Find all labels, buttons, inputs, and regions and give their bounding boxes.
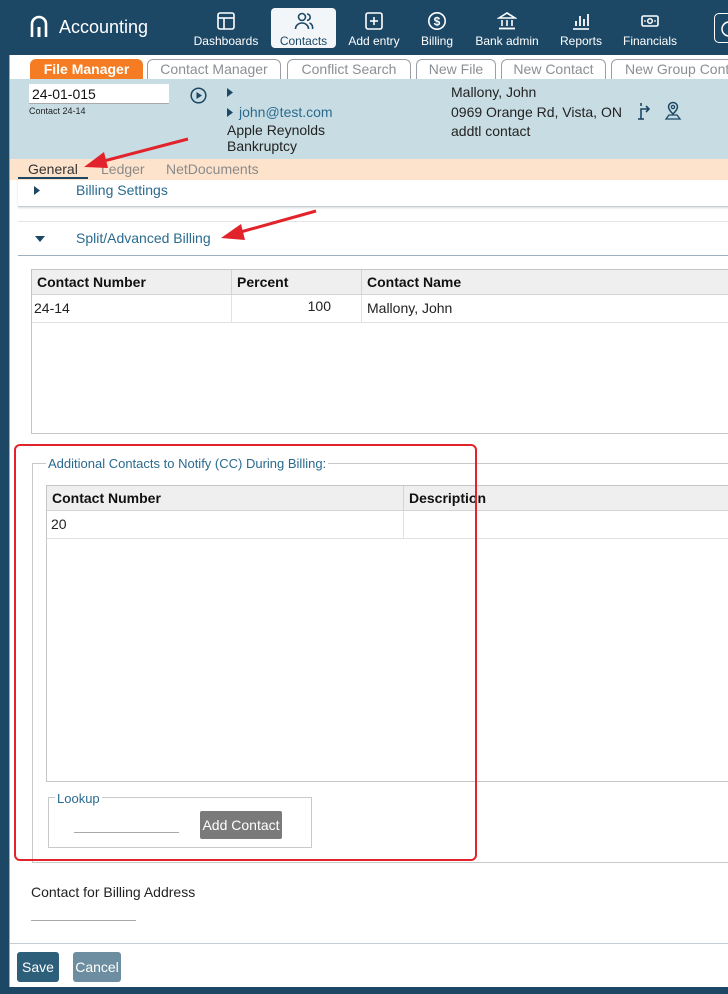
app-logo-icon — [30, 15, 48, 37]
file-number-input[interactable] — [29, 84, 169, 104]
map-pin-icon[interactable] — [663, 101, 683, 121]
column-header[interactable]: Contact Name — [362, 270, 728, 295]
file-header: Contact 24-14 john@test.com Apple Reynol… — [10, 79, 728, 159]
financials-icon — [641, 15, 659, 27]
svg-text:$: $ — [434, 15, 441, 29]
nav-label: Add entry — [348, 34, 400, 48]
dashboard-icon — [217, 12, 235, 30]
tab-strip: File Manager Contact Manager Conflict Se… — [10, 59, 728, 79]
directions-icon[interactable] — [635, 101, 655, 121]
cell-contact-number: 24-14 — [32, 295, 232, 322]
table-row[interactable]: 24-14 100 Mallony, John — [32, 295, 728, 323]
tab-new-group-contact[interactable]: New Group Cont — [611, 59, 728, 79]
top-nav-bar: Accounting Dashboards Contacts Add entry… — [0, 0, 728, 54]
table-header: Contact Number Percent Contact Name — [32, 270, 728, 295]
billing-address-input[interactable] — [31, 909, 136, 921]
split-billing-header[interactable]: Split/Advanced Billing — [18, 221, 728, 256]
cancel-button[interactable]: Cancel — [73, 952, 121, 982]
subtab-general[interactable]: General — [18, 161, 88, 179]
tab-new-contact[interactable]: New Contact — [501, 59, 606, 79]
nav-label: Financials — [622, 34, 678, 48]
cell-percent: 100 — [232, 295, 362, 322]
caret-right-icon — [34, 186, 40, 195]
app-root: Accounting Dashboards Contacts Add entry… — [0, 0, 728, 994]
nav-billing[interactable]: $ Billing — [414, 8, 460, 48]
nav-label: Dashboards — [193, 34, 259, 48]
caret-right-icon[interactable] — [227, 88, 233, 97]
app-title: Accounting — [59, 16, 149, 37]
tab-file-manager[interactable]: File Manager — [30, 59, 143, 79]
add-entry-icon — [365, 12, 383, 30]
split-billing-title: Split/Advanced Billing — [76, 230, 211, 246]
highlight-box — [14, 444, 477, 861]
save-button[interactable]: Save — [17, 952, 59, 982]
contact-address: 0969 Orange Rd, Vista, ON — [451, 104, 622, 120]
billing-settings-header[interactable]: Billing Settings — [18, 180, 728, 207]
bank-icon — [497, 12, 517, 30]
billing-settings-title: Billing Settings — [76, 182, 168, 198]
nav-label: Contacts — [279, 34, 328, 48]
tab-new-file[interactable]: New File — [416, 59, 496, 79]
additional-contact: addtl contact — [451, 123, 531, 139]
column-header[interactable]: Percent — [232, 270, 362, 295]
column-header[interactable]: Contact Number — [32, 270, 232, 295]
subtab-ledger[interactable]: Ledger — [101, 161, 145, 177]
matter-type: Bankruptcy — [227, 138, 298, 154]
nav-label: Bank admin — [475, 34, 539, 48]
nav-financials[interactable]: Financials — [619, 8, 681, 48]
nav-add-entry[interactable]: Add entry — [343, 8, 405, 48]
contact-number-label: Contact 24-14 — [29, 106, 86, 116]
billing-icon: $ — [428, 12, 446, 30]
brand[interactable]: Accounting — [29, 14, 148, 40]
contact-name: Mallony, John — [451, 84, 537, 100]
contact-email[interactable]: john@test.com — [239, 104, 333, 120]
tab-contact-manager[interactable]: Contact Manager — [147, 59, 281, 79]
subtab-netdocuments[interactable]: NetDocuments — [166, 161, 259, 177]
caret-down-icon — [35, 236, 45, 242]
nav-dashboards[interactable]: Dashboards — [190, 8, 262, 48]
client-name: Apple Reynolds — [227, 122, 326, 138]
caret-right-icon[interactable] — [227, 108, 233, 117]
reports-icon — [573, 14, 589, 30]
header-actions — [635, 101, 683, 121]
billing-address-label: Contact for Billing Address — [31, 884, 196, 900]
split-billing-table: Contact Number Percent Contact Name 24-1… — [31, 269, 728, 434]
tab-conflict-search[interactable]: Conflict Search — [287, 59, 411, 79]
cell-contact-name: Mallony, John — [367, 300, 453, 316]
nav-reports[interactable]: Reports — [556, 8, 606, 48]
timer-button[interactable] — [714, 13, 728, 43]
divider — [10, 943, 728, 944]
sub-tab-strip: General Ledger NetDocuments — [10, 159, 728, 180]
nav-contacts[interactable]: Contacts — [271, 8, 336, 48]
play-icon[interactable] — [190, 87, 207, 104]
contacts-icon — [294, 12, 313, 30]
nav-label: Reports — [559, 34, 603, 48]
nav-bank-admin[interactable]: Bank admin — [470, 8, 544, 48]
timer-icon — [721, 21, 728, 37]
nav-label: Billing — [420, 34, 453, 48]
